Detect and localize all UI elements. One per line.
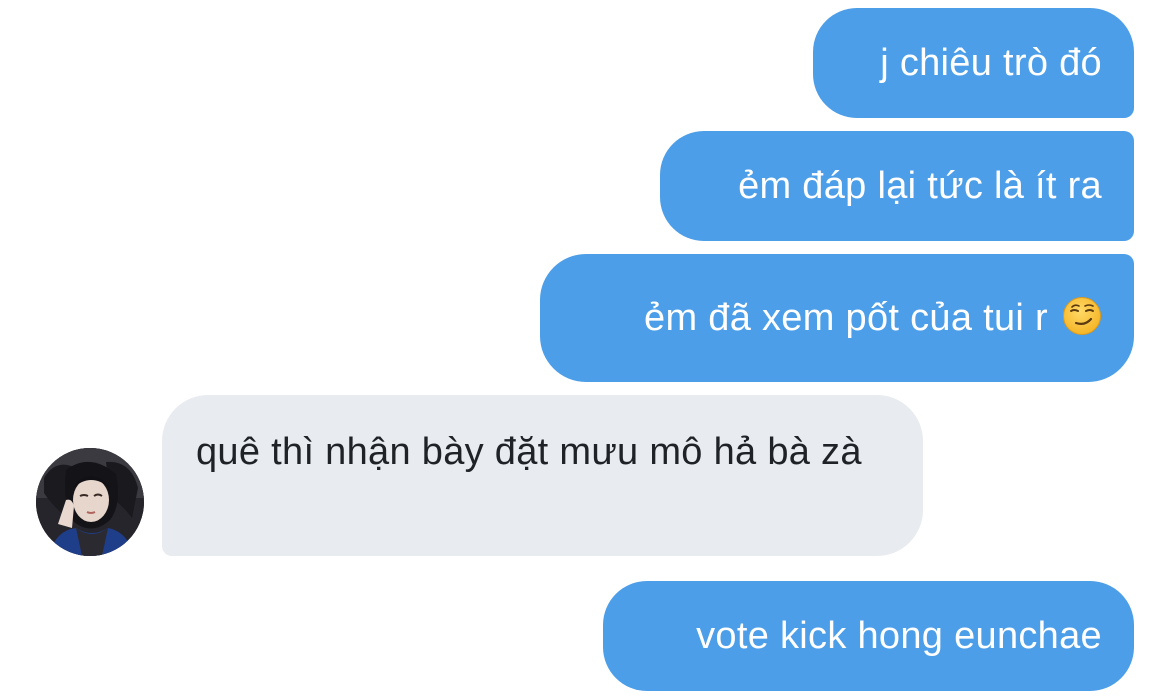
sent-message-bubble[interactable]: j chiêu trò đó [813, 8, 1134, 118]
smirking-face-icon [1062, 296, 1102, 336]
message-text: quê thì nhận bày đặt mưu mô hả bà zà [196, 431, 862, 473]
message-text: vote kick hong eunchae [696, 615, 1102, 657]
sent-message-bubble[interactable]: ẻm đáp lại tức là ít ra [660, 131, 1134, 241]
message-thread: j chiêu trò đó ẻm đáp lại tức là ít ra ẻ… [0, 0, 1170, 697]
received-message-bubble[interactable]: quê thì nhận bày đặt mưu mô hả bà zà [162, 395, 923, 556]
message-text: j chiêu trò đó [880, 42, 1102, 84]
message-text: ẻm đã xem pốt của tui r [644, 297, 1048, 339]
contact-avatar[interactable] [36, 448, 144, 556]
sent-message-bubble[interactable]: vote kick hong eunchae [603, 581, 1134, 691]
message-text: ẻm đáp lại tức là ít ra [738, 165, 1102, 207]
sent-message-bubble[interactable]: ẻm đã xem pốt của tui r [540, 254, 1134, 382]
